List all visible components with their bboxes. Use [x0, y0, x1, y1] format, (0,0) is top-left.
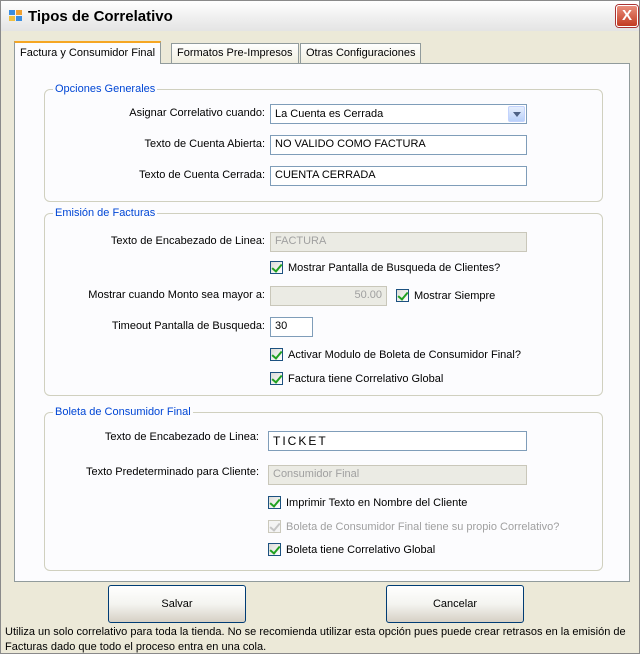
group-title: Opciones Generales — [53, 83, 158, 95]
factura-global-checkbox[interactable]: Factura tiene Correlativo Global — [270, 372, 443, 385]
cancel-button[interactable]: Cancelar — [386, 585, 524, 623]
checkbox-checked-icon[interactable] — [270, 372, 283, 385]
window-title: Tipos de Correlativo — [28, 8, 173, 25]
checkbox-checked-icon[interactable] — [270, 261, 283, 274]
tab-factura-consumidor[interactable]: Factura y Consumidor Final — [14, 41, 162, 64]
monto-input[interactable]: 50.00 — [270, 286, 387, 306]
group-boleta-consumidor: Boleta de Consumidor Final Texto de Enca… — [44, 406, 603, 571]
close-icon[interactable]: X — [616, 5, 638, 27]
propio-correlativo-checkbox[interactable]: Boleta de Consumidor Final tiene su prop… — [268, 520, 559, 533]
asignar-value: La Cuenta es Cerrada — [275, 108, 384, 120]
texto-cuenta-cerrada-input[interactable]: CUENTA CERRADA — [270, 166, 527, 186]
boleta-encabezado-label: Texto de Encabezado de Linea: — [104, 431, 259, 443]
abierta-label: Texto de Cuenta Abierta: — [144, 138, 265, 150]
asignar-correlativo-select[interactable]: La Cuenta es Cerrada — [270, 104, 527, 124]
cliente-label: Texto Predeterminado para Cliente: — [85, 466, 259, 478]
boleta-encabezado-input[interactable]: TICKET — [268, 431, 527, 451]
boleta-global-checkbox[interactable]: Boleta tiene Correlativo Global — [268, 543, 435, 556]
timeout-input[interactable]: 30 — [270, 317, 313, 337]
save-button[interactable]: Salvar — [108, 585, 246, 623]
group-emision-facturas: Emisión de Facturas Texto de Encabezado … — [44, 207, 603, 396]
encabezado-label: Texto de Encabezado de Linea: — [110, 235, 265, 247]
group-title: Boleta de Consumidor Final — [53, 406, 193, 418]
checkbox-checked-icon[interactable] — [268, 496, 281, 509]
mostrar-siempre-label: Mostrar Siempre — [414, 290, 496, 302]
app-icon — [9, 10, 22, 22]
encabezado-factura-input[interactable]: FACTURA — [270, 232, 527, 252]
timeout-label: Timeout Pantalla de Busqueda: — [111, 320, 265, 332]
propio-label: Boleta de Consumidor Final tiene su prop… — [286, 521, 560, 533]
group-title: Emisión de Facturas — [53, 207, 158, 219]
mostrar-siempre-checkbox[interactable]: Mostrar Siempre — [396, 289, 495, 302]
title-bar[interactable]: Tipos de Correlativo X — [1, 1, 639, 31]
checkbox-checked-icon[interactable] — [396, 289, 409, 302]
factura-global-label: Factura tiene Correlativo Global — [288, 373, 444, 385]
checkbox-checked-icon[interactable] — [268, 543, 281, 556]
status-help-text: Utiliza un solo correlativo para toda la… — [5, 626, 626, 653]
dialog-window: Tipos de Correlativo X Factura y Consumi… — [0, 0, 640, 654]
chevron-down-icon[interactable] — [508, 106, 525, 122]
boleta-global-label: Boleta tiene Correlativo Global — [286, 544, 436, 556]
imprimir-nombre-checkbox[interactable]: Imprimir Texto en Nombre del Cliente — [268, 496, 467, 509]
activar-boleta-checkbox[interactable]: Activar Modulo de Boleta de Consumidor F… — [270, 348, 521, 361]
tab-panel: Opciones Generales Asignar Correlativo c… — [14, 63, 630, 582]
activar-boleta-label: Activar Modulo de Boleta de Consumidor F… — [288, 349, 521, 361]
cliente-predeterminado-input[interactable]: Consumidor Final — [268, 465, 527, 485]
mostrar-busqueda-checkbox[interactable]: Mostrar Pantalla de Busqueda de Clientes… — [270, 261, 500, 274]
checkbox-checked-icon[interactable] — [270, 348, 283, 361]
imprimir-label: Imprimir Texto en Nombre del Cliente — [286, 497, 468, 509]
cerrada-label: Texto de Cuenta Cerrada: — [139, 169, 265, 181]
texto-cuenta-abierta-input[interactable]: NO VALIDO COMO FACTURA — [270, 135, 527, 155]
mostrar-busqueda-label: Mostrar Pantalla de Busqueda de Clientes… — [288, 262, 501, 274]
tab-formatos-preimpresos[interactable]: Formatos Pre-Impresos — [171, 43, 299, 63]
monto-label: Mostrar cuando Monto sea mayor a: — [88, 289, 265, 301]
asignar-label: Asignar Correlativo cuando: — [129, 107, 265, 119]
tab-otras-configuraciones[interactable]: Otras Configuraciones — [300, 43, 422, 63]
checkbox-checked-icon[interactable] — [268, 520, 281, 533]
group-opciones-generales: Opciones Generales Asignar Correlativo c… — [44, 83, 603, 202]
